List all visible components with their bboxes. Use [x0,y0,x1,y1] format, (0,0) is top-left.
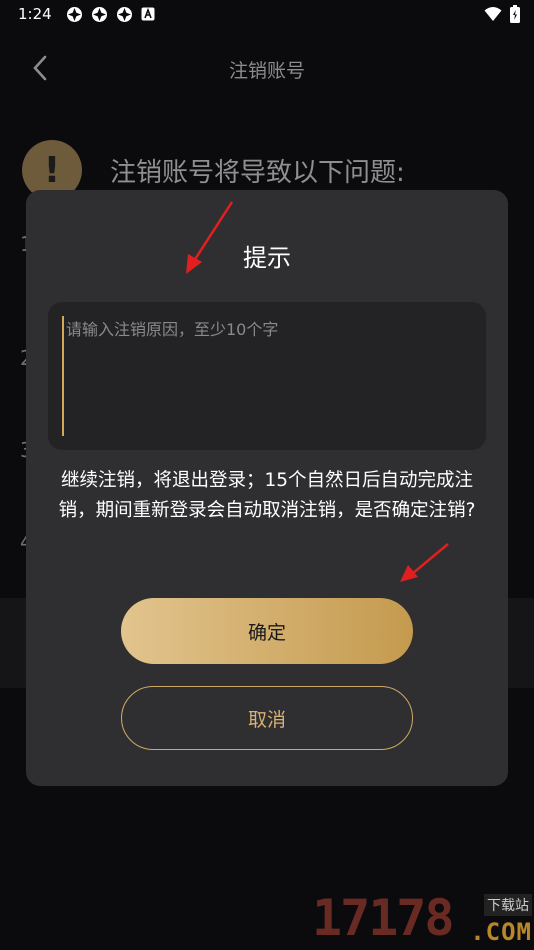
page-title: 注销账号 [228,60,305,82]
confirm-dialog: 提示 继续注销，将退出登录；15个自然日后自动完成注销，期间重新登录会自动取消注… [26,190,508,786]
watermark-logo: 17178 下载站 .COM [312,888,534,950]
reason-input[interactable] [62,316,472,436]
confirm-button[interactable]: 确定 [121,598,413,664]
dialog-message: 继续注销，将退出登录；15个自然日后自动完成注销，期间重新登录会自动取消注销，是… [58,470,476,521]
warning-heading: 注销账号将导致以下问题: [110,158,405,188]
reason-field-container [48,302,486,450]
cancel-button[interactable]: 取消 [121,686,413,750]
watermark-suffix: .COM [470,918,532,946]
watermark-tag: 下载站 [484,894,532,916]
nav-bar: 注销账号 [0,40,534,96]
watermark-digits: 17178 [312,889,455,947]
dialog-title: 提示 [243,244,291,272]
